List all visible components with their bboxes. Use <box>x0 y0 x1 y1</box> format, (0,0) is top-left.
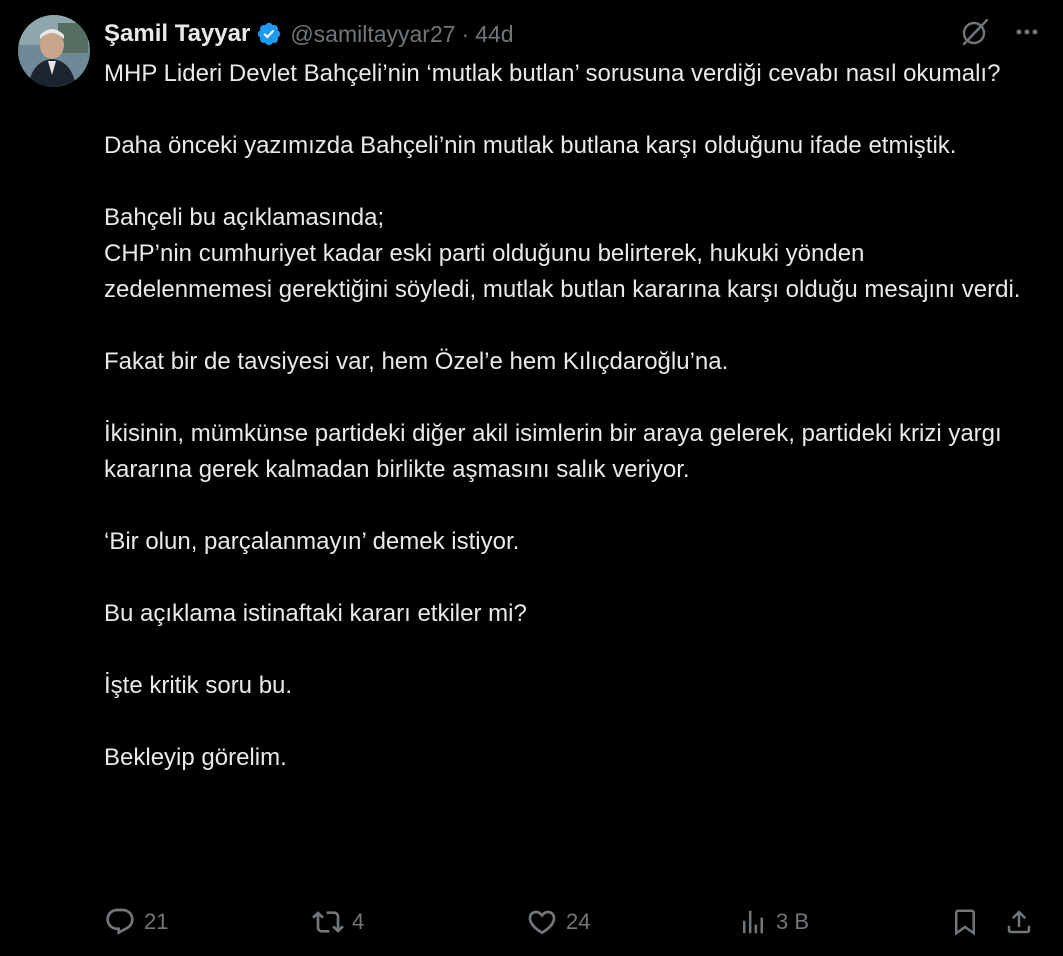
author-name[interactable]: Şamil Tayyar <box>104 20 250 48</box>
reply-count: 21 <box>144 909 169 934</box>
tweet-paragraph: ‘Bir olun, parçalanmayın’ demek istiyor. <box>104 528 520 555</box>
reply-button[interactable]: 21 <box>104 906 168 938</box>
separator-dot: · <box>461 20 470 47</box>
tweet-paragraph: İkisinin, mümkünse partideki diğer akil … <box>104 420 1002 483</box>
share-button[interactable] <box>1004 907 1034 937</box>
like-button[interactable]: 24 <box>526 906 590 938</box>
views-count: 3 B <box>776 909 810 934</box>
tweet-text: MHP Lideri Devlet Bahçeli’nin ‘mutlak bu… <box>104 56 1034 776</box>
avatar-image <box>18 15 90 87</box>
views-icon <box>743 910 763 934</box>
retweet-count: 4 <box>352 909 365 934</box>
retweet-button[interactable]: 4 <box>312 906 364 938</box>
bookmark-button[interactable] <box>950 907 980 937</box>
share-icon <box>1007 910 1031 934</box>
timestamp[interactable]: 44d <box>475 21 513 48</box>
verified-badge-icon <box>256 21 282 47</box>
top-actions <box>959 16 1041 48</box>
tweet-paragraph: Daha önceki yazımızda Bahçeli’nin mutlak… <box>104 132 957 159</box>
action-bar: 21 4 24 3 B <box>104 900 1039 944</box>
tweet-paragraph: Bu açıklama istinaftaki kararı etkiler m… <box>104 600 527 627</box>
retweet-icon <box>312 911 344 933</box>
more-icon[interactable] <box>1013 18 1041 46</box>
grok-icon[interactable] <box>959 16 991 48</box>
bookmark-icon <box>955 909 975 936</box>
tweet-paragraph: İşte kritik soru bu. <box>104 672 293 699</box>
tweet-paragraph: MHP Lideri Devlet Bahçeli’nin ‘mutlak bu… <box>104 60 1001 87</box>
tweet: Şamil Tayyar @samiltayyar27 · 44d MHP Li… <box>0 0 1063 956</box>
tweet-paragraph: Bahçeli bu açıklamasında; CHP’nin cumhur… <box>104 204 1021 303</box>
views-button[interactable]: 3 B <box>738 907 809 937</box>
author-handle[interactable]: @samiltayyar27 <box>290 21 455 48</box>
tweet-paragraph: Fakat bir de tavsiyesi var, hem Özel’e h… <box>104 348 729 375</box>
tweet-paragraph: Bekleyip görelim. <box>104 744 287 771</box>
reply-icon <box>106 908 134 935</box>
heart-icon <box>528 910 556 935</box>
avatar[interactable] <box>18 15 90 87</box>
like-count: 24 <box>566 909 591 934</box>
tweet-header: Şamil Tayyar @samiltayyar27 · 44d <box>104 14 514 54</box>
